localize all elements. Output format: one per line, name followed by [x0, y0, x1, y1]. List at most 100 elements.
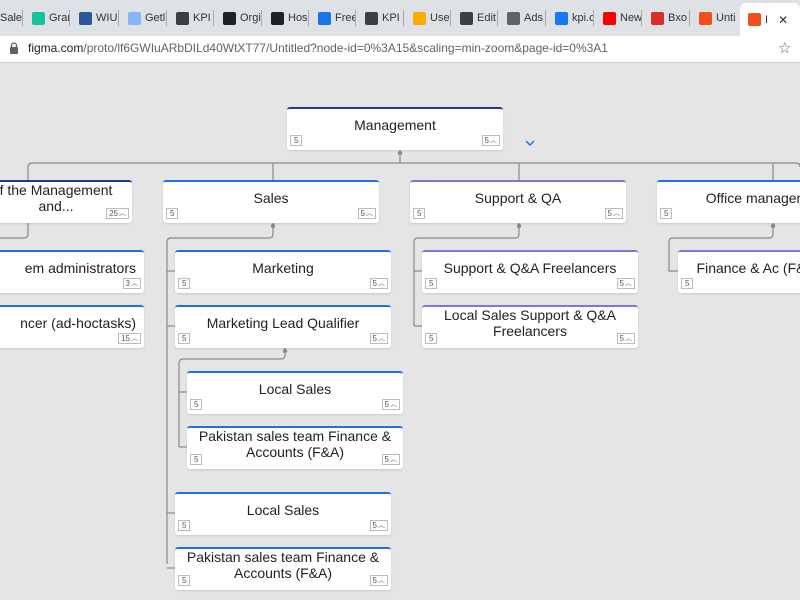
- chevron-up-icon: ︿: [390, 401, 397, 408]
- collapse-toggle[interactable]: 5 ︿: [616, 278, 635, 289]
- browser-tab[interactable]: Orgi: [215, 4, 261, 32]
- collapse-toggle[interactable]: 5 ︿: [381, 399, 400, 410]
- tab-separator: [497, 10, 498, 26]
- browser-tab-label: KPI: [193, 12, 211, 24]
- browser-tab[interactable]: Hos: [263, 4, 308, 32]
- close-tab-icon[interactable]: ✕: [778, 13, 788, 27]
- collapse-toggle[interactable]: 5 ︿: [616, 333, 635, 344]
- browser-tab[interactable]: Unti: [691, 4, 738, 32]
- collapse-toggle[interactable]: 5 ︿: [481, 135, 500, 146]
- collapse-toggle[interactable]: 25 ︿: [106, 208, 129, 219]
- chevron-up-icon: ︿: [131, 280, 138, 287]
- child-count: 25: [109, 209, 118, 218]
- browser-tab[interactable]: Grar: [24, 4, 69, 32]
- browser-tab-label: KPI: [382, 12, 400, 24]
- node-pakistan-sales-fa[interactable]: Pakistan sales team Finance & Accounts (…: [175, 547, 391, 590]
- address-bar[interactable]: figma.com/proto/lf6GWIuARbDILd40WtXT77/U…: [0, 36, 800, 63]
- count-badge: 5: [290, 135, 303, 146]
- node-support-qa-freelancers-label: Support & Q&A Freelancers: [443, 259, 617, 276]
- browser-tab[interactable]: Bxo: [643, 4, 689, 32]
- dept-node-office-management[interactable]: Office managem 5: [657, 180, 800, 223]
- chevron-up-icon: ︿: [378, 577, 385, 584]
- browser-tab[interactable]: I ✕: [740, 3, 800, 36]
- collapse-toggle[interactable]: 5 ︿: [369, 520, 388, 531]
- browser-tab-strip: Sale Grar WIU Getl KPI Orgi Hos Free KPI Use Edit A…: [0, 0, 800, 36]
- node-local-sales-label: Local Sales: [246, 501, 320, 518]
- dept-node-office-management-label: Office managem: [705, 189, 800, 206]
- node-system-administrators[interactable]: em administrators 3 ︿: [0, 250, 144, 293]
- gmail-icon: [651, 11, 664, 25]
- bookmark-star-icon[interactable]: ☆: [778, 39, 791, 57]
- browser-tab[interactable]: WIU: [71, 4, 118, 32]
- browser-tab[interactable]: Free: [310, 4, 355, 32]
- chevron-up-icon: ︿: [613, 210, 620, 217]
- node-freelancer-adhoc[interactable]: ncer (ad-hoctasks) 15 ︿: [0, 305, 144, 348]
- browser-tab[interactable]: Sale: [0, 4, 22, 32]
- browser-tab[interactable]: Getl: [120, 4, 166, 32]
- node-marketing-lead-qualifier[interactable]: Marketing Lead Qualifier 5 5 ︿: [175, 305, 391, 348]
- collapse-toggle[interactable]: 5 ︿: [381, 454, 400, 465]
- node-local-sales-support-freelancers[interactable]: Local Sales Support & Q&A Freelancers 5 5 ︿: [422, 305, 638, 348]
- count-badge: 5: [178, 520, 191, 531]
- browser-tab[interactable]: Ads: [499, 4, 545, 32]
- collapse-toggle[interactable]: 5 ︿: [357, 208, 376, 219]
- node-local-sales[interactable]: Local Sales 5 5 ︿: [175, 492, 391, 535]
- browser-tab-label: Ads: [524, 12, 543, 24]
- node-marketing[interactable]: Marketing 5 5 ︿: [175, 250, 391, 293]
- chevron-up-icon: ︿: [625, 335, 632, 342]
- browser-tab[interactable]: KPI: [357, 4, 403, 32]
- node-finance-accounts[interactable]: Finance & Ac (F&A)5: [678, 250, 800, 293]
- child-count: 3: [125, 279, 130, 288]
- tab-separator: [166, 10, 167, 26]
- collapse-toggle[interactable]: 5 ︿: [369, 575, 388, 586]
- ads-icon: [507, 11, 520, 25]
- browser-tab[interactable]: KPI: [168, 4, 213, 32]
- child-count: 5: [619, 279, 624, 288]
- browser-tab-label: Edit: [477, 12, 496, 24]
- count-badge: 5: [178, 575, 191, 586]
- node-qualifier-local-sales[interactable]: Local Sales 5 5 ︿: [187, 371, 403, 414]
- count-badge: 5: [681, 278, 694, 289]
- browser-tab[interactable]: Use: [405, 4, 450, 32]
- node-support-qa-freelancers[interactable]: Support & Q&A Freelancers 5 5 ︿: [422, 250, 638, 293]
- dept-node-support-qa-label: Support & QA: [474, 189, 562, 206]
- collapse-toggle[interactable]: 15 ︿: [118, 333, 141, 344]
- collapse-toggle[interactable]: 5 ︿: [604, 208, 623, 219]
- root-node-management[interactable]: Management 5 5 ︿: [287, 107, 503, 150]
- child-count: 5: [384, 400, 389, 409]
- collapse-toggle[interactable]: 3 ︿: [122, 278, 141, 289]
- child-count: 5: [384, 455, 389, 464]
- connector-root-bus: [27, 162, 800, 180]
- browser-tab[interactable]: kpi.c: [547, 4, 593, 32]
- browser-tab[interactable]: New: [595, 4, 641, 32]
- url-text[interactable]: figma.com/proto/lf6GWIuARbDILd40WtXT77/U…: [28, 41, 608, 55]
- browser-tab-label: Orgi: [240, 12, 261, 24]
- browser-tab-label: Unti: [716, 12, 736, 24]
- dept-node-sales[interactable]: Sales 5 5 ︿: [163, 180, 379, 223]
- browser-tab-label: Sale: [0, 12, 22, 24]
- dept-node-sales-label: Sales: [253, 189, 289, 206]
- url-host: figma.com: [28, 41, 84, 55]
- child-count: 5: [484, 136, 489, 145]
- node-qualifier-pakistan-sales-fa[interactable]: Pakistan sales team Finance & Accounts (…: [187, 426, 403, 469]
- tab-separator: [689, 10, 690, 26]
- node-local-sales-support-freelancers-label: Local Sales Support & Q&A Freelancers: [444, 306, 616, 339]
- tab-separator: [355, 10, 356, 26]
- count-badge: 5: [166, 208, 179, 219]
- collapse-toggle[interactable]: 5 ︿: [369, 278, 388, 289]
- chevron-up-icon: ︿: [378, 522, 385, 529]
- chevron-down-icon[interactable]: [524, 135, 536, 146]
- child-count: 5: [372, 279, 377, 288]
- grammarly-icon: [32, 11, 45, 25]
- child-count: 5: [372, 521, 377, 530]
- count-badge: 5: [660, 208, 673, 219]
- facebook-icon: [555, 11, 568, 25]
- browser-tab-label: Getl: [145, 12, 166, 24]
- dept-node-support-qa[interactable]: Support & QA 5 5 ︿: [410, 180, 626, 223]
- kpi-icon: [176, 11, 189, 25]
- node-qualifier-pakistan-sales-fa-label: Pakistan sales team Finance & Accounts (…: [198, 427, 392, 460]
- browser-tab[interactable]: Edit: [452, 4, 497, 32]
- doc-icon: [128, 11, 141, 25]
- collapse-toggle[interactable]: 5 ︿: [369, 333, 388, 344]
- dept-node-management[interactable]: f the Management and... 25 ︿: [0, 180, 132, 223]
